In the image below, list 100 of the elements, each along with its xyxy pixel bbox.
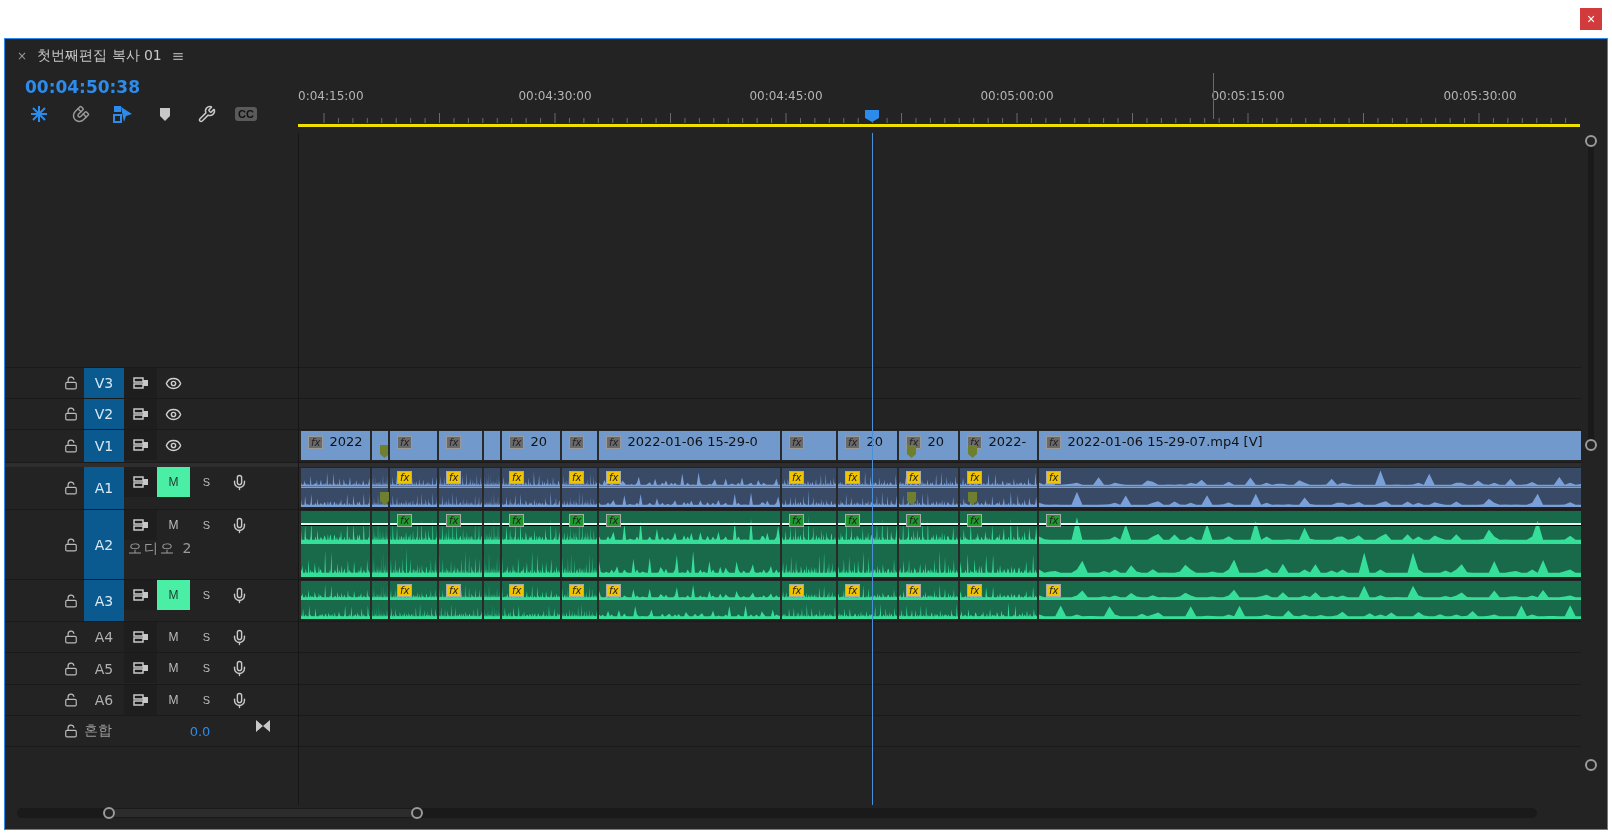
audio-clip[interactable]: fx [780, 581, 836, 619]
track-name[interactable]: A2 [84, 510, 124, 579]
audio-clip[interactable]: fx [388, 468, 437, 507]
track-name[interactable]: V1 [84, 430, 124, 462]
mute-button[interactable]: M [157, 653, 190, 683]
solo-button[interactable]: S [190, 467, 223, 497]
audio-clip[interactable]: fx [836, 468, 897, 507]
audio-clip[interactable] [370, 468, 388, 507]
video-clip[interactable] [370, 431, 388, 460]
solo-button[interactable]: S [190, 685, 223, 715]
audio-clip[interactable]: fx [437, 511, 482, 577]
sequence-title[interactable]: 첫번째편집 복사 01 [37, 47, 162, 65]
lock-icon[interactable] [64, 407, 78, 421]
track-name[interactable]: A1 [84, 467, 124, 509]
volume-line[interactable] [782, 523, 836, 526]
volume-line[interactable] [838, 523, 897, 526]
volume-line[interactable] [599, 523, 780, 526]
audio-clip[interactable]: fx [560, 581, 597, 619]
volume-line[interactable] [502, 523, 560, 526]
mute-button[interactable]: M [157, 685, 190, 715]
audio-clip[interactable]: fx [500, 468, 560, 507]
audio-clip[interactable]: fx [560, 468, 597, 507]
playhead-handle[interactable] [865, 110, 879, 122]
sync-lock-icon[interactable] [132, 519, 149, 531]
mix-volume[interactable]: 0.0 [144, 723, 256, 739]
mute-button[interactable]: M [157, 622, 190, 652]
mute-button[interactable]: M [157, 467, 190, 497]
volume-line[interactable] [1039, 523, 1581, 526]
audio-clip[interactable]: fx [780, 511, 836, 577]
audio-clip[interactable]: fx [897, 511, 958, 577]
sync-lock-icon[interactable] [132, 439, 149, 451]
sync-lock-icon[interactable] [132, 408, 149, 420]
audio-clip[interactable]: fx [597, 468, 780, 507]
sync-lock-icon[interactable] [132, 377, 149, 389]
panel-menu-button[interactable]: ≡ [171, 47, 185, 65]
audio-clip[interactable] [482, 511, 500, 577]
video-clip[interactable]: fx 20 [500, 431, 560, 460]
volume-line[interactable] [562, 523, 597, 526]
track-name[interactable]: V2 [84, 399, 124, 429]
lock-icon[interactable] [64, 630, 78, 644]
audio-clip[interactable] [370, 511, 388, 577]
audio-clip[interactable] [482, 468, 500, 507]
audio-clip[interactable]: fx [597, 581, 780, 619]
audio-clip[interactable]: fx [897, 468, 958, 507]
audio-clip[interactable] [299, 511, 370, 577]
video-clip[interactable]: fx 2022-01-06 15-29-0 [597, 431, 780, 460]
solo-button[interactable]: S [190, 653, 223, 683]
lock-icon[interactable] [64, 693, 78, 707]
volume-line[interactable] [390, 523, 437, 526]
lock-icon[interactable] [64, 439, 78, 453]
sync-lock-icon[interactable] [132, 589, 149, 601]
audio-clip[interactable] [299, 468, 370, 507]
audio-clip[interactable] [370, 581, 388, 619]
solo-button[interactable]: S [190, 580, 223, 610]
volume-line[interactable] [439, 523, 482, 526]
audio-clip[interactable]: fx [836, 581, 897, 619]
sync-lock-icon[interactable] [132, 631, 149, 643]
track-name[interactable]: A3 [84, 580, 124, 621]
track-name[interactable]: A5 [84, 653, 124, 684]
lock-icon[interactable] [64, 593, 78, 608]
lock-icon[interactable] [64, 537, 78, 552]
lock-icon[interactable] [64, 661, 78, 676]
close-tab-button[interactable]: × [17, 49, 28, 63]
track-name[interactable]: A6 [84, 685, 124, 715]
audio-clip[interactable]: fx [958, 511, 1037, 577]
sync-lock-icon[interactable] [132, 476, 149, 488]
time-ruler[interactable]: 0:04:15:00 00:04:30:00 00:04:45:00 00:05:00:00 00:05:15:00 00:05:30:00 [298, 73, 1580, 133]
audio-clip[interactable]: fx [780, 468, 836, 507]
lock-icon[interactable] [64, 481, 78, 495]
audio-clip[interactable]: fx [958, 581, 1037, 619]
audio-clip[interactable]: fx [836, 511, 897, 577]
video-clip[interactable] [482, 431, 500, 460]
audio-clip[interactable]: fx [437, 468, 482, 507]
video-clip[interactable]: fx 2022 [299, 431, 370, 460]
audio-clip[interactable]: fx [1037, 511, 1581, 577]
volume-line[interactable] [899, 523, 958, 526]
audio-clip[interactable]: fx [500, 581, 560, 619]
video-clip[interactable]: fx 2022-01-06 15-29-07.mp4 [V] [1037, 431, 1581, 460]
audio-clip[interactable]: fx [1037, 468, 1581, 507]
audio-clip[interactable]: fx [1037, 581, 1581, 619]
audio-clip[interactable]: fx [897, 581, 958, 619]
mute-button[interactable]: M [157, 580, 190, 610]
audio-clip[interactable]: fx [437, 581, 482, 619]
sync-lock-icon[interactable] [132, 694, 149, 706]
audio-clip[interactable]: fx [597, 511, 780, 577]
lock-icon[interactable] [64, 376, 78, 390]
close-button[interactable]: × [1580, 8, 1602, 30]
volume-line[interactable] [301, 523, 370, 526]
audio-clip[interactable] [299, 581, 370, 619]
audio-clip[interactable]: fx [388, 581, 437, 619]
solo-button[interactable]: S [190, 622, 223, 652]
audio-clip[interactable] [482, 581, 500, 619]
lock-icon[interactable] [64, 724, 78, 738]
track-name[interactable]: A4 [84, 622, 124, 652]
track-name[interactable]: V3 [84, 368, 124, 398]
audio-clip[interactable]: fx [500, 511, 560, 577]
mute-button[interactable]: M [157, 510, 190, 540]
volume-line[interactable] [960, 523, 1037, 526]
sync-lock-icon[interactable] [132, 662, 149, 674]
audio-clip[interactable]: fx [388, 511, 437, 577]
